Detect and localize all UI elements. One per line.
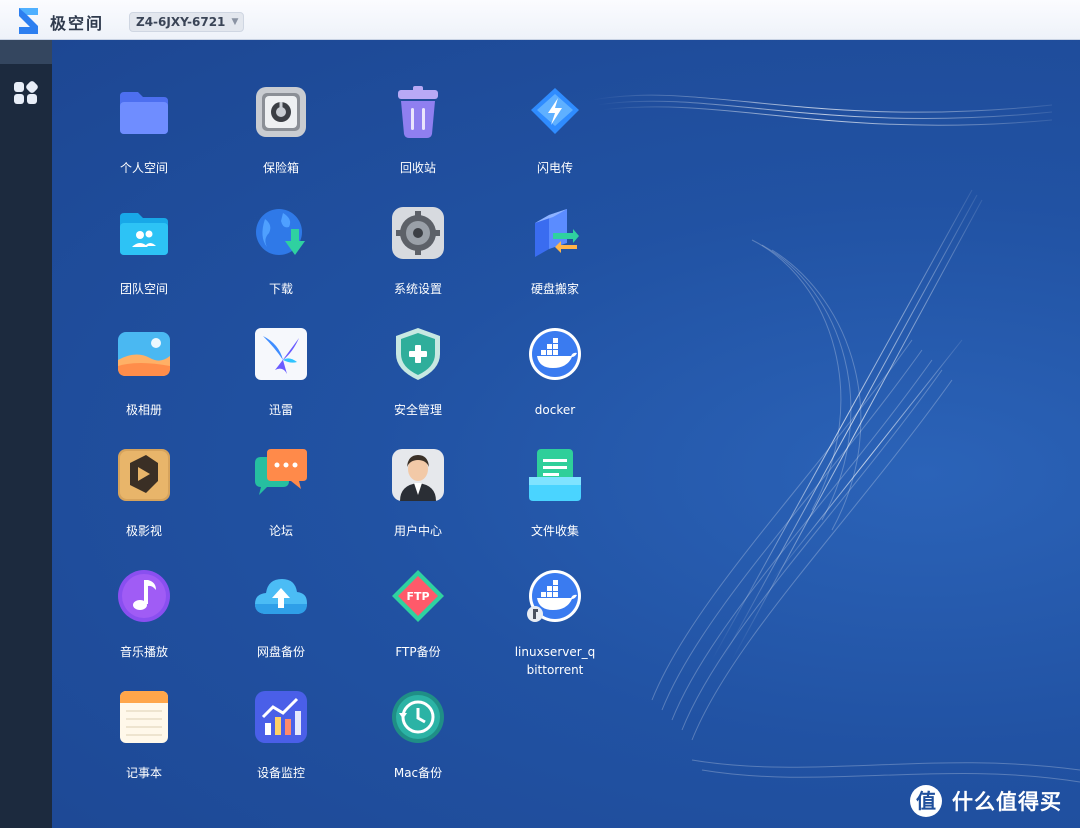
chart-monitor-icon bbox=[255, 691, 307, 743]
app-label: 系统设置 bbox=[393, 282, 442, 296]
app-label: 记事本 bbox=[125, 766, 162, 780]
app-device-monitor[interactable]: 设备监控 bbox=[226, 689, 336, 799]
zspace-logo-icon bbox=[19, 8, 38, 34]
app-video[interactable]: 极影视 bbox=[89, 447, 199, 557]
cloud-upload-icon bbox=[255, 579, 307, 614]
brand-name: 极空间 bbox=[50, 14, 105, 33]
video-icon bbox=[118, 449, 170, 501]
app-grid-icon[interactable] bbox=[13, 81, 39, 105]
app-label-line: bittorrent bbox=[526, 663, 584, 677]
app-team-space[interactable]: 团队空间 bbox=[89, 205, 199, 315]
app-cloud-backup[interactable]: 网盘备份 bbox=[226, 568, 336, 678]
app-label: 硬盘搬家 bbox=[530, 282, 579, 296]
disk-migrate-icon bbox=[535, 209, 579, 257]
time-machine-icon bbox=[392, 691, 444, 743]
photo-album-icon bbox=[118, 332, 170, 376]
safe-icon bbox=[256, 87, 306, 137]
file-collect-icon bbox=[529, 449, 581, 501]
app-label: 音乐播放 bbox=[119, 645, 168, 659]
user-avatar-icon bbox=[392, 449, 444, 501]
app-label: 用户中心 bbox=[393, 524, 442, 538]
docker-whale-icon bbox=[529, 328, 581, 380]
app-photo-album[interactable]: 极相册 bbox=[89, 326, 199, 436]
app-music[interactable]: 音乐播放 bbox=[89, 568, 199, 678]
app-label: 安全管理 bbox=[393, 403, 442, 417]
chat-bubbles-icon bbox=[255, 449, 307, 495]
app-personal-space[interactable]: 个人空间 bbox=[89, 84, 199, 194]
app-label: 回收站 bbox=[399, 161, 436, 175]
ftp-diamond-icon: FTP bbox=[392, 570, 444, 622]
app-label: 文件收集 bbox=[530, 524, 579, 538]
app-label: 团队空间 bbox=[119, 282, 168, 296]
device-name: Z4-6JXY-6721 bbox=[136, 15, 226, 29]
app-label: docker bbox=[534, 403, 576, 417]
app-label: FTP备份 bbox=[395, 645, 441, 659]
team-folder-icon bbox=[120, 213, 168, 255]
app-label: 极影视 bbox=[125, 524, 162, 538]
sidebar-highlight bbox=[0, 40, 52, 64]
app-label: 保险箱 bbox=[262, 161, 299, 175]
xunlei-bird-icon bbox=[255, 328, 307, 380]
app-user-center[interactable]: 用户中心 bbox=[363, 447, 473, 557]
download-globe-icon bbox=[256, 209, 305, 255]
chevron-down-icon: ▼ bbox=[231, 17, 239, 27]
notepad-icon bbox=[120, 691, 168, 743]
sidebar bbox=[0, 40, 52, 828]
folder-icon bbox=[120, 92, 168, 134]
svg-text:FTP: FTP bbox=[406, 590, 429, 603]
app-label: Mac备份 bbox=[393, 766, 443, 780]
app-label: 闪电传 bbox=[536, 161, 573, 175]
app-docker[interactable]: docker bbox=[500, 326, 610, 436]
app-label: 设备监控 bbox=[256, 766, 305, 780]
app-label: 论坛 bbox=[268, 524, 293, 538]
app-xunlei[interactable]: 迅雷 bbox=[226, 326, 336, 436]
app-recycle-bin[interactable]: 回收站 bbox=[363, 84, 473, 194]
music-note-icon bbox=[118, 570, 170, 622]
app-label: linuxserver_q bittorrent bbox=[500, 643, 610, 679]
app-file-collect[interactable]: 文件收集 bbox=[500, 447, 610, 557]
app-mac-backup[interactable]: Mac备份 bbox=[363, 689, 473, 799]
app-label: 网盘备份 bbox=[256, 645, 305, 659]
device-selector[interactable]: Z4-6JXY-6721 ▼ bbox=[129, 12, 245, 32]
trash-icon bbox=[398, 86, 438, 138]
app-flash-transfer[interactable]: 闪电传 bbox=[500, 84, 610, 194]
app-notepad[interactable]: 记事本 bbox=[89, 689, 199, 799]
watermark-text: 什么值得买 bbox=[952, 790, 1062, 814]
app-label: 个人空间 bbox=[119, 161, 168, 175]
app-label: 极相册 bbox=[125, 403, 162, 417]
docker-whale-icon bbox=[527, 570, 581, 622]
app-security[interactable]: 安全管理 bbox=[363, 326, 473, 436]
app-label-line: linuxserver_q bbox=[514, 645, 596, 659]
shield-plus-icon bbox=[396, 328, 440, 380]
settings-gear-icon bbox=[392, 207, 444, 259]
top-bar: 极空间 Z4-6JXY-6721 ▼ bbox=[0, 0, 1080, 40]
app-label: 迅雷 bbox=[268, 403, 293, 417]
desktop: 个人空间 保险箱 回收站 闪电传 团队空间 下载 系统设置 硬盘搬家 极相册 迅… bbox=[52, 40, 1080, 828]
lightning-icon bbox=[531, 88, 579, 134]
watermark: 值 什么值得买 bbox=[910, 785, 1062, 817]
app-disk-migrate[interactable]: 硬盘搬家 bbox=[500, 205, 610, 315]
app-download[interactable]: 下载 bbox=[226, 205, 336, 315]
app-safe[interactable]: 保险箱 bbox=[226, 84, 336, 194]
app-forum[interactable]: 论坛 bbox=[226, 447, 336, 557]
app-label: 下载 bbox=[268, 282, 293, 296]
app-ftp-backup[interactable]: FTP FTP备份 bbox=[363, 568, 473, 678]
smzdm-logo-icon: 值 bbox=[910, 785, 942, 817]
app-system-settings[interactable]: 系统设置 bbox=[363, 205, 473, 315]
app-linuxserver-qbittorrent[interactable]: linuxserver_q bittorrent bbox=[500, 568, 610, 678]
